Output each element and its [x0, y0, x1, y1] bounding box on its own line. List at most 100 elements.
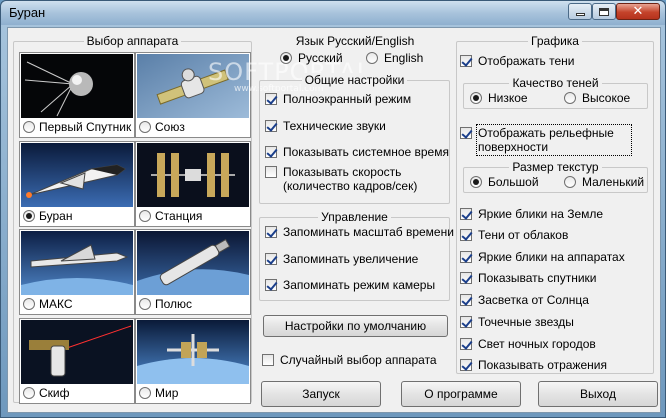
vehicle-card-polyus[interactable]: Полюс	[135, 229, 251, 315]
texture-size-large-radio[interactable]	[470, 176, 482, 188]
option-show-satellites[interactable]: Показывать спутники	[460, 271, 597, 285]
system-time-checkbox[interactable]	[265, 146, 277, 158]
vehicle-label-soyuz: Союз	[155, 120, 185, 134]
cloud-shadows-checkbox[interactable]	[460, 229, 472, 241]
vehicle-radio-station[interactable]	[139, 210, 151, 222]
close-button[interactable]: ✕	[616, 3, 660, 20]
reflections-checkbox[interactable]	[460, 359, 472, 371]
option-random-vehicle[interactable]: Случайный выбор аппарата	[262, 353, 437, 367]
system-time-label: Показывать системное время	[283, 145, 449, 159]
remember-zoom-label: Запоминать увеличение	[283, 252, 419, 266]
maximize-icon	[599, 7, 609, 16]
maximize-button[interactable]	[592, 3, 616, 20]
tech-sounds-checkbox[interactable]	[265, 120, 277, 132]
polyus-image	[137, 231, 249, 295]
reflections-label: Показывать отражения	[478, 358, 607, 372]
shadow-quality-low-label: Низкое	[488, 91, 528, 105]
vehicle-radio-maks[interactable]	[23, 298, 35, 310]
shadow-quality-low-radio[interactable]	[470, 92, 482, 104]
sputnik-image	[21, 54, 133, 118]
vehicle-card-maks[interactable]: МАКС	[19, 229, 135, 315]
vehicle-radio-mir[interactable]	[139, 387, 151, 399]
city-lights-label: Свет ночных городов	[478, 337, 596, 351]
sun-flare-label: Засветка от Солнца	[478, 293, 589, 307]
lang-radio-russian[interactable]	[280, 52, 292, 64]
point-stars-label: Точечные звезды	[478, 315, 574, 329]
vehicle-radio-polyus[interactable]	[139, 298, 151, 310]
option-fullscreen[interactable]: Полноэкранный режим	[265, 92, 411, 106]
option-remember-camera[interactable]: Запоминать режим камеры	[265, 278, 435, 292]
texture-size-small-radio[interactable]	[564, 176, 576, 188]
option-city-lights[interactable]: Свет ночных городов	[460, 337, 596, 351]
shadow-quality-high-radio[interactable]	[564, 92, 576, 104]
vehicle-glare-checkbox[interactable]	[460, 251, 472, 263]
vehicle-radio-skif[interactable]	[23, 387, 35, 399]
start-button[interactable]: Запуск	[261, 381, 381, 407]
remember-timescale-checkbox[interactable]	[265, 226, 277, 238]
remember-zoom-checkbox[interactable]	[265, 253, 277, 265]
earth-glare-checkbox[interactable]	[460, 208, 472, 220]
about-button[interactable]: О программе	[401, 381, 521, 407]
vehicle-card-skif[interactable]: Скиф	[19, 318, 135, 404]
relief-surfaces-label: Отображать рельефные поверхности	[476, 124, 632, 156]
cloud-shadows-label: Тени от облаков	[478, 228, 569, 242]
vehicle-card-station[interactable]: Станция	[135, 141, 251, 227]
vehicle-card-buran[interactable]: Буран	[19, 141, 135, 227]
station-image	[137, 143, 249, 207]
minimize-icon	[575, 13, 585, 16]
option-remember-timescale[interactable]: Запоминать масштаб времени	[265, 225, 454, 239]
vehicle-radio-sputnik[interactable]	[23, 121, 35, 133]
vehicle-card-mir[interactable]: Мир	[135, 318, 251, 404]
maks-image	[21, 231, 133, 295]
reset-defaults-button[interactable]: Настройки по умолчанию	[263, 315, 448, 337]
lang-option-english[interactable]: English	[366, 51, 423, 65]
option-reflections[interactable]: Показывать отражения	[460, 358, 607, 372]
option-vehicle-glare[interactable]: Яркие блики на аппаратах	[460, 250, 625, 264]
shadow-quality-high-label: Высокое	[582, 91, 631, 105]
lang-option-russian[interactable]: Русский	[280, 51, 343, 65]
sun-flare-checkbox[interactable]	[460, 294, 472, 306]
lang-label-russian: Русский	[298, 51, 343, 65]
shadow-quality-low[interactable]: Низкое	[470, 91, 528, 105]
option-tech-sounds[interactable]: Технические звуки	[265, 119, 386, 133]
fullscreen-checkbox[interactable]	[265, 93, 277, 105]
show-fps-checkbox[interactable]	[265, 166, 277, 178]
point-stars-checkbox[interactable]	[460, 316, 472, 328]
texture-size-small[interactable]: Маленький	[564, 175, 644, 189]
remember-camera-checkbox[interactable]	[265, 279, 277, 291]
random-vehicle-checkbox[interactable]	[262, 354, 274, 366]
show-fps-label: Показывать скорость (количество кадров/с…	[283, 165, 418, 193]
vehicle-radio-soyuz[interactable]	[139, 121, 151, 133]
skif-image	[21, 320, 133, 384]
title-bar[interactable]: Буран ✕	[1, 1, 665, 25]
minimize-button[interactable]	[568, 3, 592, 20]
window-title: Буран	[9, 5, 46, 20]
mir-image	[137, 320, 249, 384]
option-earth-glare[interactable]: Яркие блики на Земле	[460, 207, 603, 221]
show-shadows-checkbox[interactable]	[460, 55, 472, 67]
vehicle-label-sputnik: Первый Спутник	[39, 120, 132, 134]
option-cloud-shadows[interactable]: Тени от облаков	[460, 228, 568, 242]
option-relief-surfaces[interactable]: Отображать рельефные поверхности	[460, 124, 632, 156]
option-sun-flare[interactable]: Засветка от Солнца	[460, 293, 589, 307]
option-remember-zoom[interactable]: Запоминать увеличение	[265, 252, 418, 266]
option-show-shadows[interactable]: Отображать тени	[460, 54, 574, 68]
tech-sounds-label: Технические звуки	[283, 119, 386, 133]
exit-button[interactable]: Выход	[538, 381, 658, 407]
vehicle-glare-label: Яркие блики на аппаратах	[478, 250, 625, 264]
shadow-quality-high[interactable]: Высокое	[564, 91, 630, 105]
option-system-time[interactable]: Показывать системное время	[265, 145, 449, 159]
city-lights-checkbox[interactable]	[460, 338, 472, 350]
show-shadows-label: Отображать тени	[478, 54, 575, 68]
lang-radio-english[interactable]	[366, 52, 378, 64]
vehicle-radio-buran[interactable]	[23, 210, 35, 222]
option-point-stars[interactable]: Точечные звезды	[460, 315, 574, 329]
vehicle-group-title: Выбор аппарата	[83, 34, 182, 48]
texture-size-large[interactable]: Большой	[470, 175, 539, 189]
vehicle-card-sputnik[interactable]: Первый Спутник	[19, 52, 135, 138]
relief-surfaces-checkbox[interactable]	[460, 127, 472, 139]
show-satellites-checkbox[interactable]	[460, 272, 472, 284]
option-show-fps[interactable]: Показывать скорость (количество кадров/с…	[265, 165, 445, 193]
random-vehicle-label: Случайный выбор аппарата	[280, 353, 437, 367]
graphics-group-title: Графика	[528, 34, 582, 48]
